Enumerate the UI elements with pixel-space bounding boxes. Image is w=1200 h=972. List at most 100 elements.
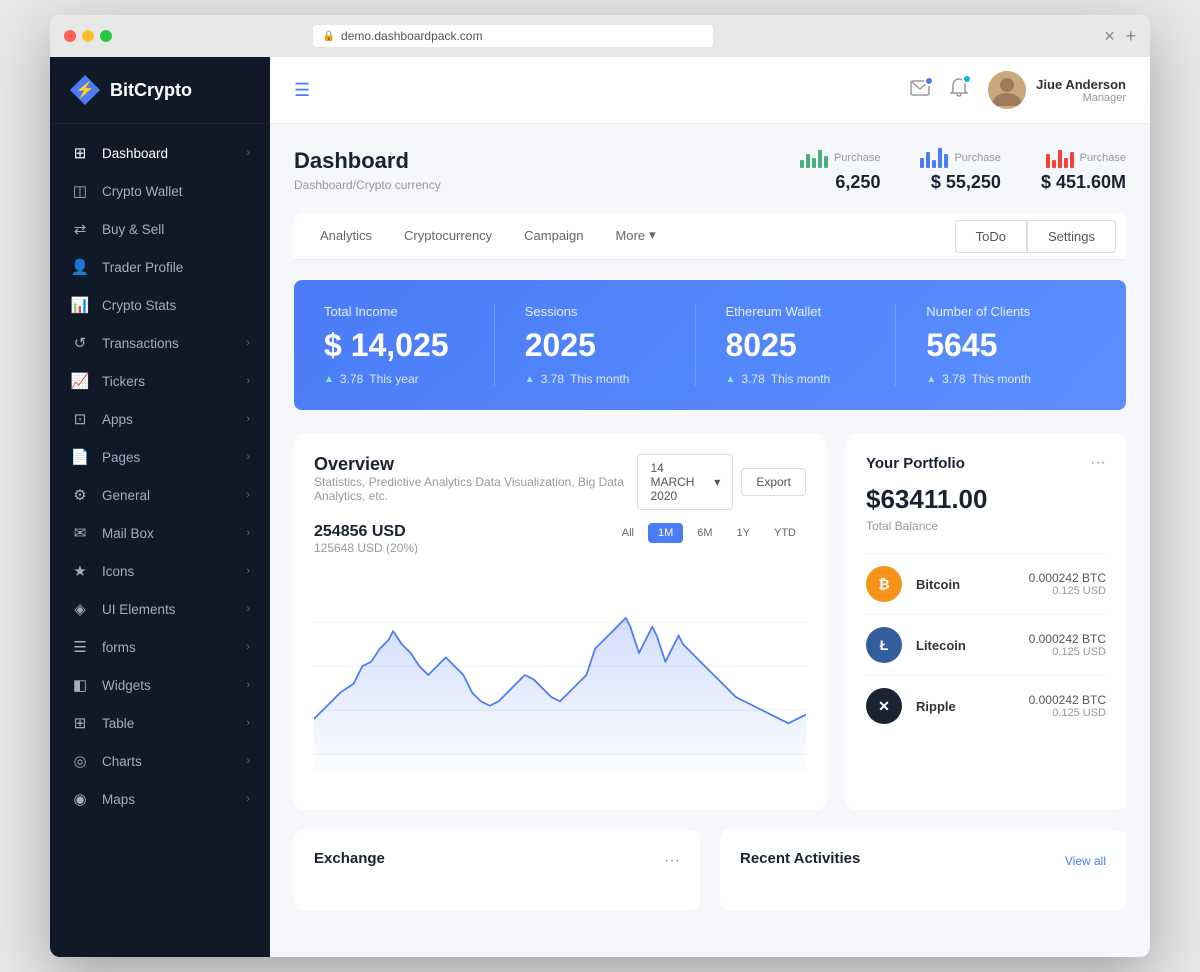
stat-value-2: $ 55,250 <box>920 172 1000 193</box>
bell-badge <box>962 74 972 84</box>
stat-block-ethereum: Ethereum Wallet 8025 ▲ 3.78 This month <box>695 304 896 386</box>
view-all-button[interactable]: View all <box>1065 854 1106 868</box>
period-all[interactable]: All <box>612 523 644 543</box>
sidebar-item-charts[interactable]: ◎ Charts › <box>50 742 270 780</box>
ethereum-value: 8025 <box>726 327 896 364</box>
period-ytd[interactable]: YTD <box>764 523 806 543</box>
sidebar-label-ui-elements: UI Elements <box>102 602 176 617</box>
exchange-more[interactable]: ··· <box>664 852 680 870</box>
sidebar-item-crypto-stats[interactable]: 📊 Crypto Stats <box>50 286 270 324</box>
sidebar-item-pages[interactable]: 📄 Pages › <box>50 438 270 476</box>
date-picker[interactable]: 14 MARCH 2020 ▾ <box>637 454 733 510</box>
sidebar-item-crypto-wallet[interactable]: ◫ Crypto Wallet <box>50 172 270 210</box>
sidebar-item-tickers[interactable]: 📈 Tickers › <box>50 362 270 400</box>
user-role: Manager <box>1036 92 1126 104</box>
close-tab-button[interactable]: ✕ <box>1104 28 1116 45</box>
user-info: Jiue Anderson Manager <box>988 71 1126 109</box>
sidebar: ⚡ BitCrypto ⊞ Dashboard › ◫ Crypto Walle… <box>50 57 270 957</box>
sidebar-item-icons[interactable]: ★ Icons › <box>50 552 270 590</box>
avatar <box>988 71 1026 109</box>
logo-text: BitCrypto <box>110 80 192 101</box>
arrow-up-icon: ▲ <box>324 374 334 385</box>
tab-analytics[interactable]: Analytics <box>304 214 388 259</box>
activities-header: Recent Activities View all <box>740 850 1106 871</box>
sidebar-item-apps[interactable]: ⊡ Apps › <box>50 400 270 438</box>
sidebar-item-forms[interactable]: ☰ forms › <box>50 628 270 666</box>
period-6m[interactable]: 6M <box>687 523 722 543</box>
forms-icon: ☰ <box>70 638 90 656</box>
overview-title: Overview <box>314 454 637 475</box>
page-title-area: Dashboard Dashboard/Crypto currency <box>294 148 441 192</box>
sidebar-item-mailbox[interactable]: ✉ Mail Box › <box>50 514 270 552</box>
minimize-dot[interactable] <box>82 30 94 42</box>
page-header: Dashboard Dashboard/Crypto currency <box>294 148 1126 193</box>
tab-campaign[interactable]: Campaign <box>508 214 599 259</box>
xrp-name: Ripple <box>916 699 1029 714</box>
sidebar-item-dashboard[interactable]: ⊞ Dashboard › <box>50 134 270 172</box>
crypto-item-xrp: ✕ Ripple 0.000242 BTC 0.125 USD <box>866 675 1106 736</box>
buy-sell-icon: ⇄ <box>70 220 90 238</box>
sessions-arrow-icon: ▲ <box>525 374 535 385</box>
new-tab-button[interactable]: + <box>1125 26 1136 47</box>
tickers-arrow: › <box>246 375 250 387</box>
browser-bar: 🔒 demo.dashboardpack.com ✕ + <box>50 15 1150 57</box>
sidebar-label-charts: Charts <box>102 754 142 769</box>
dashboard-icon: ⊞ <box>70 144 90 162</box>
sidebar-item-transactions[interactable]: ↺ Transactions › <box>50 324 270 362</box>
activities-title: Recent Activities <box>740 850 860 867</box>
exchange-title: Exchange <box>314 850 385 867</box>
url-bar[interactable]: 🔒 demo.dashboardpack.com <box>313 25 713 47</box>
bell-icon-btn[interactable] <box>950 78 968 103</box>
settings-button[interactable]: Settings <box>1027 220 1116 253</box>
hamburger-menu[interactable]: ☰ <box>294 80 310 101</box>
tab-more-label: More <box>615 228 645 243</box>
clients-arrow-icon: ▲ <box>926 374 936 385</box>
tab-cryptocurrency[interactable]: Cryptocurrency <box>388 214 508 259</box>
mail-icon-btn[interactable] <box>910 80 930 101</box>
table-icon: ⊞ <box>70 714 90 732</box>
line-chart <box>314 565 806 785</box>
window-controls <box>64 30 112 42</box>
sidebar-item-ui-elements[interactable]: ◈ UI Elements › <box>50 590 270 628</box>
sidebar-item-buy-sell[interactable]: ⇄ Buy & Sell <box>50 210 270 248</box>
portfolio-more-button[interactable]: ··· <box>1090 454 1106 472</box>
sidebar-label-buy-sell: Buy & Sell <box>102 222 164 237</box>
bottom-section: Exchange ··· Recent Activities View all <box>294 830 1126 910</box>
maximize-dot[interactable] <box>100 30 112 42</box>
btc-amount: 0.000242 BTC <box>1029 571 1106 585</box>
tickers-icon: 📈 <box>70 372 90 390</box>
header-stat-2: Purchase $ 55,250 <box>920 148 1000 193</box>
icons-icon: ★ <box>70 562 90 580</box>
header-stat-3: Purchase $ 451.60M <box>1041 148 1126 193</box>
sidebar-item-table[interactable]: ⊞ Table › <box>50 704 270 742</box>
apps-arrow: › <box>246 413 250 425</box>
sidebar-item-maps[interactable]: ◉ Maps › <box>50 780 270 818</box>
tab-more[interactable]: More ▾ <box>599 213 671 259</box>
close-dot[interactable] <box>64 30 76 42</box>
stat-block-sessions: Sessions 2025 ▲ 3.78 This month <box>494 304 695 386</box>
period-1m[interactable]: 1M <box>648 523 683 543</box>
tabs-bar: Analytics Cryptocurrency Campaign More ▾… <box>294 213 1126 260</box>
sidebar-item-widgets[interactable]: ◧ Widgets › <box>50 666 270 704</box>
user-name: Jiue Anderson <box>1036 77 1126 92</box>
period-1y[interactable]: 1Y <box>727 523 760 543</box>
chart-usd: 254856 USD <box>314 523 418 541</box>
sidebar-item-trader-profile[interactable]: 👤 Trader Profile <box>50 248 270 286</box>
mail-badge <box>924 76 934 86</box>
chart-period-buttons: All 1M 6M 1Y YTD <box>612 523 806 543</box>
clients-label: Number of Clients <box>926 304 1096 319</box>
xrp-usd: 0.125 USD <box>1029 707 1106 719</box>
ltc-name: Litecoin <box>916 638 1029 653</box>
date-picker-value: 14 MARCH 2020 <box>650 461 708 503</box>
page-title: Dashboard <box>294 148 441 174</box>
sidebar-label-trader: Trader Profile <box>102 260 183 275</box>
stat-label-3: Purchase <box>1041 148 1126 168</box>
charts-icon: ◎ <box>70 752 90 770</box>
todo-button[interactable]: ToDo <box>955 220 1027 253</box>
export-button[interactable]: Export <box>741 468 806 496</box>
sessions-sub: ▲ 3.78 This month <box>525 372 695 386</box>
overview-title-area: Overview Statistics, Predictive Analytic… <box>314 454 637 519</box>
portfolio-label: Total Balance <box>866 519 1106 533</box>
exchange-header: Exchange ··· <box>314 850 680 871</box>
sidebar-item-general[interactable]: ⚙ General › <box>50 476 270 514</box>
